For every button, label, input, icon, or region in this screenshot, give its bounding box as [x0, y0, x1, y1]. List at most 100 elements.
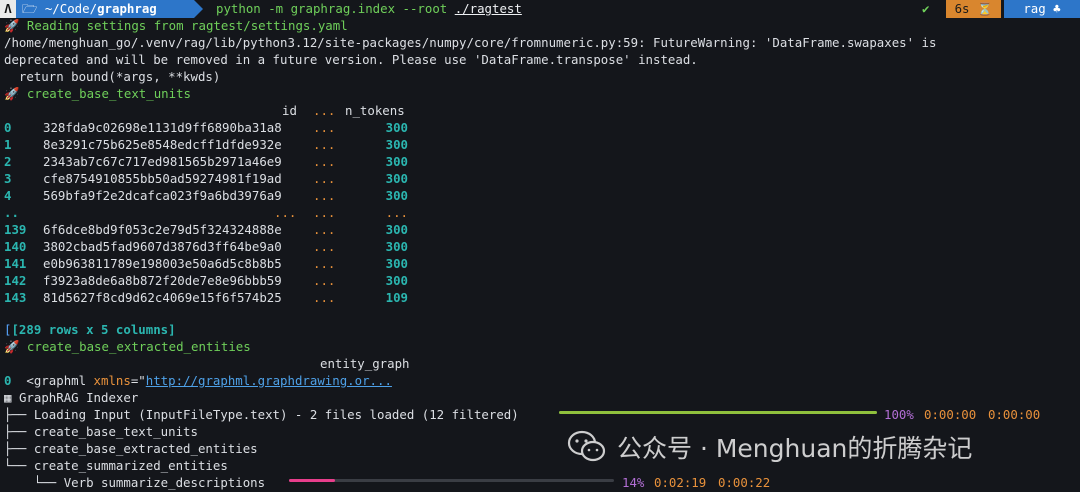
verb-remaining: 0:00:22 [718, 475, 771, 490]
row-ellipsis: ... [313, 290, 336, 305]
verb-line: └── Verb summarize_descriptions [4, 474, 265, 491]
rocket-icon: 🚀 [4, 339, 20, 354]
wechat-watermark: 公众号 · Menghuan的折腾杂记 [567, 428, 1047, 466]
row-id: 6f6dce8bd9f053c2e79d5f324324888e [43, 222, 282, 237]
row-index: 4 [4, 188, 12, 203]
shell-prompt: Λ 🗁 ~/Code/graphrag python -m graphrag.i… [0, 0, 1080, 18]
row-ellipsis: ... [313, 273, 336, 288]
row-ellipsis: ... [313, 222, 336, 237]
row-id: f3923a8de6a8b872f20de7e8e96bbb59 [43, 273, 282, 288]
task-extracted-entities-line: ├── create_base_extracted_entities [4, 440, 258, 457]
row-tokens: 300 [385, 239, 408, 254]
row-tokens: 300 [385, 222, 408, 237]
graphml-tag: <graphml [26, 373, 94, 388]
step-extracted-entities: create_base_extracted_entities [26, 339, 251, 354]
graphml-link[interactable]: http://graphml.graphdrawing.or... [146, 373, 392, 388]
row-tokens: 300 [385, 273, 408, 288]
path-repo: graphrag [97, 1, 157, 16]
row-tokens: 300 [385, 188, 408, 203]
folder-icon: 🗁 [22, 1, 38, 16]
task-summarized-entities: create_summarized_entities [33, 458, 228, 473]
row-tokens: 300 [385, 137, 408, 152]
row-index: 140 [4, 239, 27, 254]
command-text: python -m graphrag.index --root [216, 1, 455, 16]
task-summarized-entities-line: └── create_summarized_entities [4, 457, 228, 474]
indexer-icon: ▦ [4, 390, 12, 405]
verb-progress-track [289, 479, 614, 482]
row-index: 139 [4, 222, 27, 237]
rows-summary-text: [289 rows x 5 columns] [11, 322, 176, 337]
row-ellipsis: ... [313, 256, 336, 271]
row-id: 8e3291c75b625e8548edcff1dfde932e [43, 137, 282, 152]
row-index: .. [4, 205, 19, 220]
step-extracted-entities-line: 🚀 create_base_extracted_entities [4, 338, 251, 355]
row-ellipsis: ... [313, 188, 336, 203]
rows-summary: [[289 rows x 5 columns] [4, 322, 176, 337]
row-tokens: 109 [385, 290, 408, 305]
row-id: 81d5627f8cd9d62c4069e15f6f574b25 [43, 290, 282, 305]
reading-settings-text: Reading settings from ragtest/settings.y… [26, 18, 348, 33]
verb-elapsed: 0:02:19 [654, 475, 707, 490]
tree-branch: └── [4, 458, 34, 473]
command-line[interactable]: python -m graphrag.index --root ./ragtes… [216, 0, 522, 18]
prompt-arrow-separator [194, 0, 203, 18]
command-arg: ./ragtest [454, 1, 522, 16]
loading-progress-fill [559, 411, 877, 414]
loading-input-line: ├── Loading Input (InputFileType.text) -… [4, 406, 519, 423]
status-check-icon: ✔ [922, 1, 930, 16]
env-badge: rag ♣ [1004, 0, 1080, 18]
row-id: cfe8754910855bb50ad59274981f19ad [43, 171, 282, 186]
graphml-eq: =" [130, 373, 146, 388]
row-index: 2 [4, 154, 12, 169]
verb-percent: 14% [622, 475, 645, 490]
loading-percent: 100% [884, 407, 914, 422]
tree-branch: ├── [4, 424, 34, 439]
task-text-units: create_base_text_units [33, 424, 198, 439]
verb-text: Verb summarize_descriptions [63, 475, 266, 490]
row-index: 1 [4, 137, 12, 152]
reading-settings-line: 🚀 Reading settings from ragtest/settings… [4, 17, 348, 34]
row-id: 3802cbad5fad9607d3876d3ff64be9a0 [43, 239, 282, 254]
row-ellipsis: ... [313, 137, 336, 152]
table-header-tokens: n_tokens [345, 103, 405, 118]
loading-remaining: 0:00:00 [988, 407, 1041, 422]
verb-progress-fill [289, 479, 335, 482]
graphml-index: 0 [4, 373, 12, 388]
row-index: 142 [4, 273, 27, 288]
row-index: 0 [4, 120, 12, 135]
row-index: 3 [4, 171, 12, 186]
row-ellipsis: ... [313, 154, 336, 169]
indexer-title-line: ▦ GraphRAG Indexer [4, 389, 138, 406]
step-text-units: create_base_text_units [26, 86, 192, 101]
tree-branch: └── [4, 475, 64, 490]
wechat-logo-icon [567, 430, 607, 464]
row-ellipsis: ... [313, 120, 336, 135]
tree-branch: ├── [4, 441, 34, 456]
row-tokens: 300 [385, 154, 408, 169]
row-ellipsis: ... [313, 205, 336, 220]
rocket-icon: 🚀 [4, 86, 20, 101]
warning-line-2: deprecated and will be removed in a futu… [4, 52, 698, 67]
path-prefix: ~/Code/ [44, 1, 98, 16]
row-id: 328fda9c02698e1131d9ff6890ba31a8 [43, 120, 282, 135]
task-text-units-line: ├── create_base_text_units [4, 423, 198, 440]
row-ellipsis: ... [313, 171, 336, 186]
graphml-attr: xmlns [93, 373, 131, 388]
row-id: e0b963811789e198003e50a6d5c8b8b5 [43, 256, 282, 271]
duration-badge: 6s ⏳ [946, 0, 1001, 18]
row-index: 141 [4, 256, 27, 271]
row-tokens: 300 [385, 171, 408, 186]
table-header-ellipsis: ... [313, 103, 336, 118]
terminal-window[interactable]: Λ 🗁 ~/Code/graphrag python -m graphrag.i… [0, 0, 1080, 492]
row-index: 143 [4, 290, 27, 305]
watermark-text: 公众号 · Menghuan的折腾杂记 [617, 434, 973, 463]
graphml-line: 0 <graphml xmlns="http://graphml.graphdr… [4, 372, 392, 389]
task-extracted-entities: create_base_extracted_entities [33, 441, 258, 456]
row-id: ... [274, 205, 297, 220]
prompt-path-segment: 🗁 ~/Code/graphrag [16, 0, 194, 18]
row-tokens: 300 [385, 256, 408, 271]
row-tokens: ... [385, 205, 408, 220]
os-logo-icon: Λ [0, 0, 16, 18]
row-ellipsis: ... [313, 239, 336, 254]
entity-graph-header: entity_graph [320, 356, 410, 371]
